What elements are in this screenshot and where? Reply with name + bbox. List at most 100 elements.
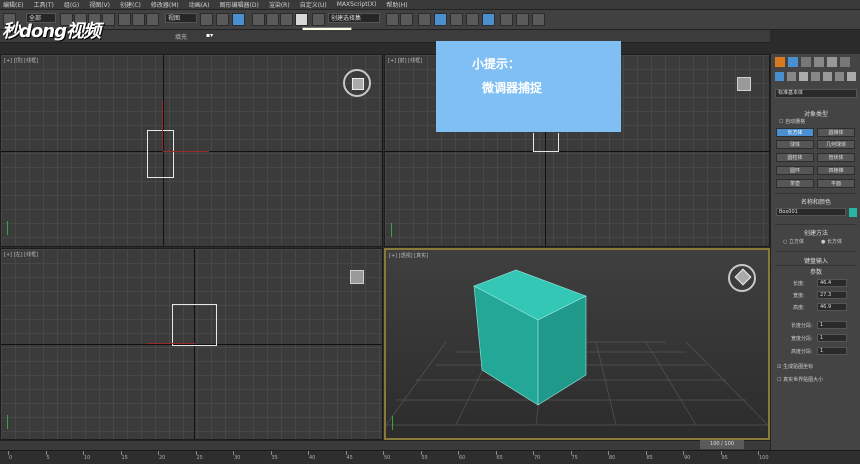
menu-graph-editors[interactable]: 图形编辑器(D) xyxy=(220,0,259,9)
window-crossing-icon[interactable] xyxy=(102,13,115,26)
select-rotate-icon[interactable] xyxy=(132,13,145,26)
autogrid-checkbox[interactable]: ☐ 自动栅格 xyxy=(779,118,805,125)
render-production-icon[interactable] xyxy=(532,13,545,26)
name-color-header[interactable]: 名称和颜色 xyxy=(775,197,857,206)
time-slider[interactable]: 100 / 100 xyxy=(700,440,744,449)
sphere-button[interactable]: 球体 xyxy=(776,140,814,149)
keyboard-entry-header[interactable]: 键盘输入 xyxy=(775,256,857,265)
box-button[interactable]: 长方体 xyxy=(776,128,814,137)
torus-button[interactable]: 圆环 xyxy=(776,166,814,175)
snap-toggle-icon[interactable] xyxy=(252,13,265,26)
pivot-center-icon[interactable] xyxy=(200,13,213,26)
gen-mapping-checkbox[interactable]: ☑ 生成贴图坐标 xyxy=(777,363,813,370)
viewport-front-label[interactable]: [+] [前] [线框] xyxy=(388,57,422,64)
geosphere-button[interactable]: 几何球体 xyxy=(817,140,855,149)
viewcube-ring[interactable] xyxy=(728,264,756,292)
menu-animation[interactable]: 动画(A) xyxy=(189,0,210,9)
select-manipulate-icon[interactable] xyxy=(216,13,229,26)
menu-maxscript[interactable]: MAXScript(X) xyxy=(337,1,377,8)
lights-icon[interactable] xyxy=(799,72,808,81)
viewcube-icon[interactable] xyxy=(734,268,752,286)
ruler-tick-label: 65 xyxy=(496,455,503,461)
geometry-icon[interactable] xyxy=(775,72,784,81)
ribbon-dropdown-icon[interactable]: ▪▾ xyxy=(206,32,213,39)
parameters-header[interactable]: 参数 xyxy=(775,267,857,276)
menu-customize[interactable]: 自定义(U) xyxy=(300,0,327,9)
viewport-left-label[interactable]: [+] [左] [线框] xyxy=(4,251,38,258)
keyboard-shortcut-icon[interactable] xyxy=(232,13,245,26)
viewport-top[interactable]: [+] [顶] [线框] xyxy=(0,54,383,247)
viewcube-icon[interactable] xyxy=(737,77,751,91)
motion-tab-icon[interactable] xyxy=(814,57,824,67)
height-segs-field[interactable]: 1 xyxy=(817,347,847,355)
graphite-tools-icon[interactable] xyxy=(434,13,447,26)
menu-modifiers[interactable]: 修改器(M) xyxy=(151,0,179,9)
viewcube-ring[interactable] xyxy=(343,69,371,97)
spacewarps-icon[interactable] xyxy=(835,72,844,81)
timeline-ruler[interactable]: 0 5 10 15 20 25 30 35 40 45 50 55 60 65 70 75 80 85 90 95 10… xyxy=(0,450,860,464)
mirror-icon[interactable] xyxy=(386,13,399,26)
tube-button[interactable]: 管状体 xyxy=(817,153,855,162)
viewcube-icon[interactable] xyxy=(350,270,364,284)
spinner-snap-icon[interactable] xyxy=(295,13,308,26)
creation-method-header[interactable]: 创建方法 xyxy=(775,228,857,237)
menu-help[interactable]: 帮助(H) xyxy=(386,0,407,9)
align-icon[interactable] xyxy=(400,13,413,26)
category-dropdown[interactable]: 标准基本体 xyxy=(775,89,857,98)
modify-tab-icon[interactable] xyxy=(788,57,798,67)
named-selection-dropdown[interactable]: 创建选择集 xyxy=(328,13,380,23)
fill-label[interactable]: 填充 xyxy=(175,32,187,41)
cameras-icon[interactable] xyxy=(811,72,820,81)
length-segs-field[interactable]: 1 xyxy=(817,321,847,329)
plane-button[interactable]: 平面 xyxy=(817,179,855,188)
utilities-tab-icon[interactable] xyxy=(840,57,850,67)
schematic-view-icon[interactable] xyxy=(466,13,479,26)
edit-named-selection-icon[interactable] xyxy=(312,13,325,26)
material-editor-icon[interactable] xyxy=(482,13,495,26)
teapot-button[interactable]: 茶壶 xyxy=(776,179,814,188)
cone-button[interactable]: 圆锥体 xyxy=(817,128,855,137)
width-segs-field[interactable]: 1 xyxy=(817,334,847,342)
menu-create[interactable]: 创建(C) xyxy=(120,0,141,9)
rendered-frame-icon[interactable] xyxy=(516,13,529,26)
menu-group[interactable]: 组(G) xyxy=(64,0,79,9)
object-name-field[interactable]: Box001 xyxy=(776,208,846,216)
helpers-icon[interactable] xyxy=(823,72,832,81)
select-scale-icon[interactable] xyxy=(146,13,159,26)
menu-rendering[interactable]: 渲染(R) xyxy=(269,0,290,9)
viewport-top-label[interactable]: [+] [顶] [线框] xyxy=(4,57,38,64)
width-field[interactable]: 27.3 xyxy=(817,291,847,299)
viewport-left[interactable]: [+] [左] [线框] xyxy=(0,248,383,440)
select-move-icon[interactable] xyxy=(118,13,131,26)
render-setup-icon[interactable] xyxy=(500,13,513,26)
real-world-checkbox[interactable]: ☐ 真实世界贴图大小 xyxy=(777,376,823,383)
pyramid-button[interactable]: 四棱锥 xyxy=(817,166,855,175)
layer-manager-icon[interactable] xyxy=(418,13,431,26)
menu-views[interactable]: 视图(V) xyxy=(89,0,110,9)
viewcube-icon[interactable] xyxy=(352,78,364,90)
length-label: 长度: xyxy=(793,281,805,287)
box-wireframe-top[interactable] xyxy=(147,130,174,178)
box-wireframe-left[interactable] xyxy=(172,304,217,346)
object-color-swatch[interactable] xyxy=(849,208,857,217)
box-wireframe-front[interactable] xyxy=(533,133,559,152)
box-radio[interactable]: ● 长方体 xyxy=(821,238,842,245)
shapes-icon[interactable] xyxy=(787,72,796,81)
display-tab-icon[interactable] xyxy=(827,57,837,67)
create-tab-icon[interactable] xyxy=(775,57,785,67)
length-field[interactable]: 46.4 xyxy=(817,279,847,287)
height-field[interactable]: 46.9 xyxy=(817,303,847,311)
hierarchy-tab-icon[interactable] xyxy=(801,57,811,67)
systems-icon[interactable] xyxy=(847,72,856,81)
object-type-header[interactable]: 对象类型 xyxy=(775,109,857,118)
angle-snap-icon[interactable] xyxy=(266,13,279,26)
cube-radio[interactable]: ○ 立方体 xyxy=(783,238,804,245)
menu-edit[interactable]: 编辑(E) xyxy=(3,0,23,9)
reference-coord-dropdown[interactable]: 视图 xyxy=(165,13,197,23)
curve-editor-icon[interactable] xyxy=(450,13,463,26)
menu-tools[interactable]: 工具(T) xyxy=(33,0,53,9)
cylinder-button[interactable]: 圆柱体 xyxy=(776,153,814,162)
percent-snap-icon[interactable] xyxy=(280,13,293,26)
ruler-tick-label: 40 xyxy=(309,455,316,461)
viewport-perspective[interactable]: [+] [透视] [真实] xyxy=(384,248,770,440)
